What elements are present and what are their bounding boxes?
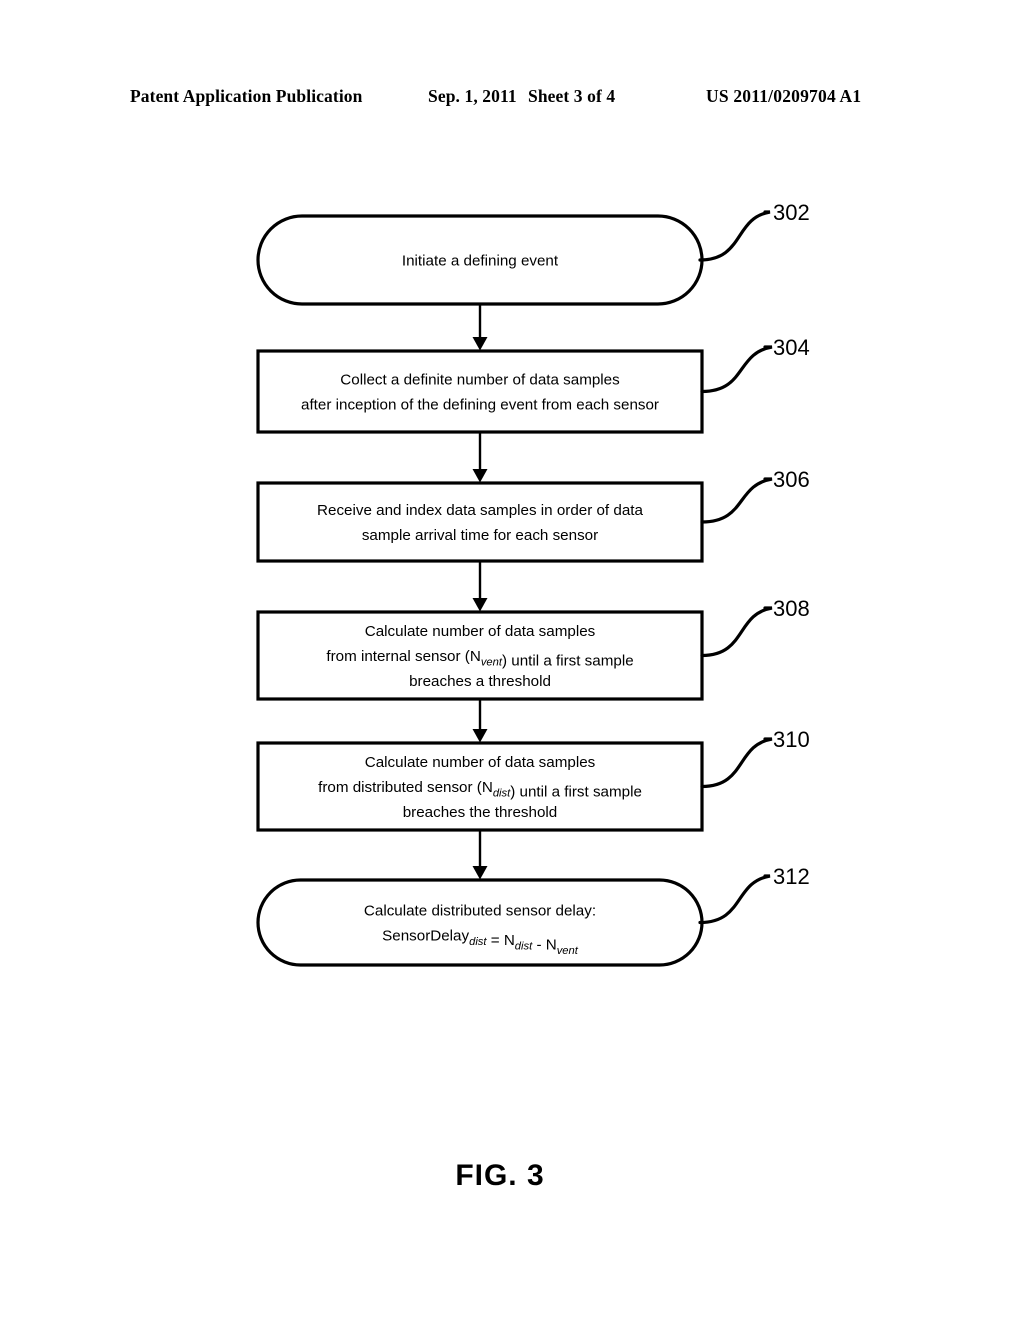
flow-arrow-306-to-308	[472, 561, 488, 612]
reference-numeral-308: 308	[773, 596, 810, 621]
flow-node-text-304: after inception of the defining event fr…	[301, 397, 659, 414]
flow-node-text-306: sample arrival time for each sensor	[362, 527, 598, 544]
flow-node-310: Calculate number of data samplesfrom dis…	[256, 727, 810, 832]
flow-node-shape-312	[256, 878, 704, 967]
leader-line-306	[700, 477, 773, 524]
flow-node-306: Receive and index data samples in order …	[256, 467, 810, 563]
reference-numeral-310: 310	[773, 727, 810, 752]
flow-node-304: Collect a definite number of data sample…	[256, 335, 810, 434]
figure-caption: FIG. 3	[455, 1159, 544, 1192]
flow-node-text-308: Calculate number of data samples	[365, 623, 596, 640]
flow-node-text-308: breaches a threshold	[409, 673, 551, 690]
reference-numeral-302: 302	[773, 200, 810, 225]
flow-node-302: Initiate a defining event 302	[256, 200, 810, 306]
reference-numeral-306: 306	[773, 467, 810, 492]
reference-numeral-304: 304	[773, 335, 810, 360]
flow-node-text-312: Calculate distributed sensor delay:	[364, 903, 596, 920]
flow-node-shape-304	[256, 349, 704, 434]
leader-line-302	[698, 210, 771, 262]
reference-numeral-312: 312	[773, 864, 810, 889]
flow-arrow-308-to-310	[472, 699, 488, 743]
flow-node-shape-306	[256, 481, 704, 563]
flow-node-text-302: Initiate a defining event	[402, 253, 559, 270]
leader-line-304	[700, 345, 773, 394]
flow-node-text-304: Collect a definite number of data sample…	[340, 372, 620, 389]
flow-node-text-306: Receive and index data samples in order …	[317, 502, 643, 519]
flow-arrow-310-to-312	[472, 830, 488, 880]
leader-line-312	[698, 874, 771, 925]
flow-node-312: Calculate distributed sensor delay:Senso…	[256, 864, 810, 967]
flow-arrow-304-to-306	[472, 432, 488, 483]
flowchart-figure: Initiate a defining event 302 Collect a de…	[256, 200, 810, 1192]
flow-node-text-310: breaches the threshold	[403, 804, 558, 821]
flow-node-308: Calculate number of data samplesfrom int…	[256, 596, 810, 701]
leader-line-308	[700, 606, 773, 658]
flow-arrow-302-to-304	[472, 304, 488, 351]
flow-node-text-310: Calculate number of data samples	[365, 754, 596, 771]
leader-line-310	[700, 737, 773, 789]
